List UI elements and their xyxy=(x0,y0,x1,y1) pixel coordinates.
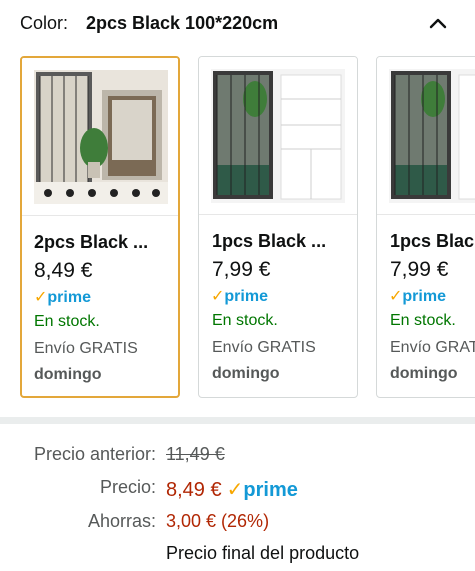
variant-carousel[interactable]: 2pcs Black ... 8,49 € ✓prime En stock. E… xyxy=(0,56,475,400)
variant-title: 1pcs Black ... xyxy=(390,231,475,251)
variant-title: 2pcs Black ... xyxy=(34,232,149,252)
price-value-group: 8,49 € ✓prime xyxy=(166,477,298,502)
delivery-day: domingo xyxy=(212,365,280,382)
delivery-day: domingo xyxy=(34,366,102,383)
prime-badge: ✓prime xyxy=(211,286,268,306)
shipping-info: Envío GRATIS xyxy=(34,340,138,357)
variant-card-2pcs-black[interactable]: 2pcs Black ... 8,49 € ✓prime En stock. E… xyxy=(20,56,180,398)
current-price-row: Precio: 8,49 € ✓prime xyxy=(0,477,475,501)
variant-selected-value: 2pcs Black 100*220cm xyxy=(86,13,279,33)
previous-price-value: 11,49 € xyxy=(166,444,225,464)
variant-selector-header[interactable]: Color: 2pcs Black 100*220cm xyxy=(20,12,460,36)
section-divider xyxy=(0,417,475,424)
shipping-info: Envío GRATIS xyxy=(212,339,316,356)
prime-check-icon: ✓ xyxy=(211,288,225,305)
delivery-day: domingo xyxy=(390,365,458,382)
savings-value: 3,00 € (26%) xyxy=(166,511,270,531)
shipping-info: Envío GRATIS xyxy=(390,339,475,356)
savings-row: Ahorras: 3,00 € (26%) xyxy=(0,511,475,535)
prime-badge: ✓prime xyxy=(389,286,446,306)
final-price-note: Precio final del producto xyxy=(166,543,360,563)
stock-status: En stock. xyxy=(390,312,456,329)
variant-price: 8,49 € xyxy=(34,259,93,282)
product-image xyxy=(377,57,475,215)
prime-logo: prime xyxy=(47,289,91,306)
prime-badge: ✓prime xyxy=(227,479,298,501)
prime-logo: prime xyxy=(243,479,298,501)
variant-title: 1pcs Black ... xyxy=(212,231,327,251)
product-image xyxy=(199,57,357,215)
product-image xyxy=(22,58,178,216)
variant-label: Color: xyxy=(20,13,69,33)
prime-check-icon: ✓ xyxy=(226,479,244,501)
price-label: Precio: xyxy=(99,477,156,497)
stock-status: En stock. xyxy=(212,312,278,329)
stock-status: En stock. xyxy=(34,313,100,330)
previous-price-label: Precio anterior: xyxy=(33,444,156,464)
prime-check-icon: ✓ xyxy=(34,289,48,306)
previous-price-row: Precio anterior: 11,49 € xyxy=(0,444,475,468)
variant-price: 7,99 € xyxy=(212,258,271,281)
variant-price: 7,99 € xyxy=(390,258,449,281)
prime-logo: prime xyxy=(224,288,268,305)
final-price-note-row: Precio final del producto xyxy=(0,543,475,567)
prime-logo: prime xyxy=(402,288,446,305)
variant-card-1pcs-black-alt[interactable]: 1pcs Black ... 7,99 € ✓prime En stock. E… xyxy=(376,56,475,398)
current-price-value: 8,49 € xyxy=(166,479,222,501)
variant-card-1pcs-black[interactable]: 1pcs Black ... 7,99 € ✓prime En stock. E… xyxy=(198,56,358,398)
savings-label: Ahorras: xyxy=(87,511,156,531)
prime-badge: ✓prime xyxy=(34,287,91,307)
prime-check-icon: ✓ xyxy=(389,288,403,305)
chevron-up-icon[interactable] xyxy=(426,12,450,36)
